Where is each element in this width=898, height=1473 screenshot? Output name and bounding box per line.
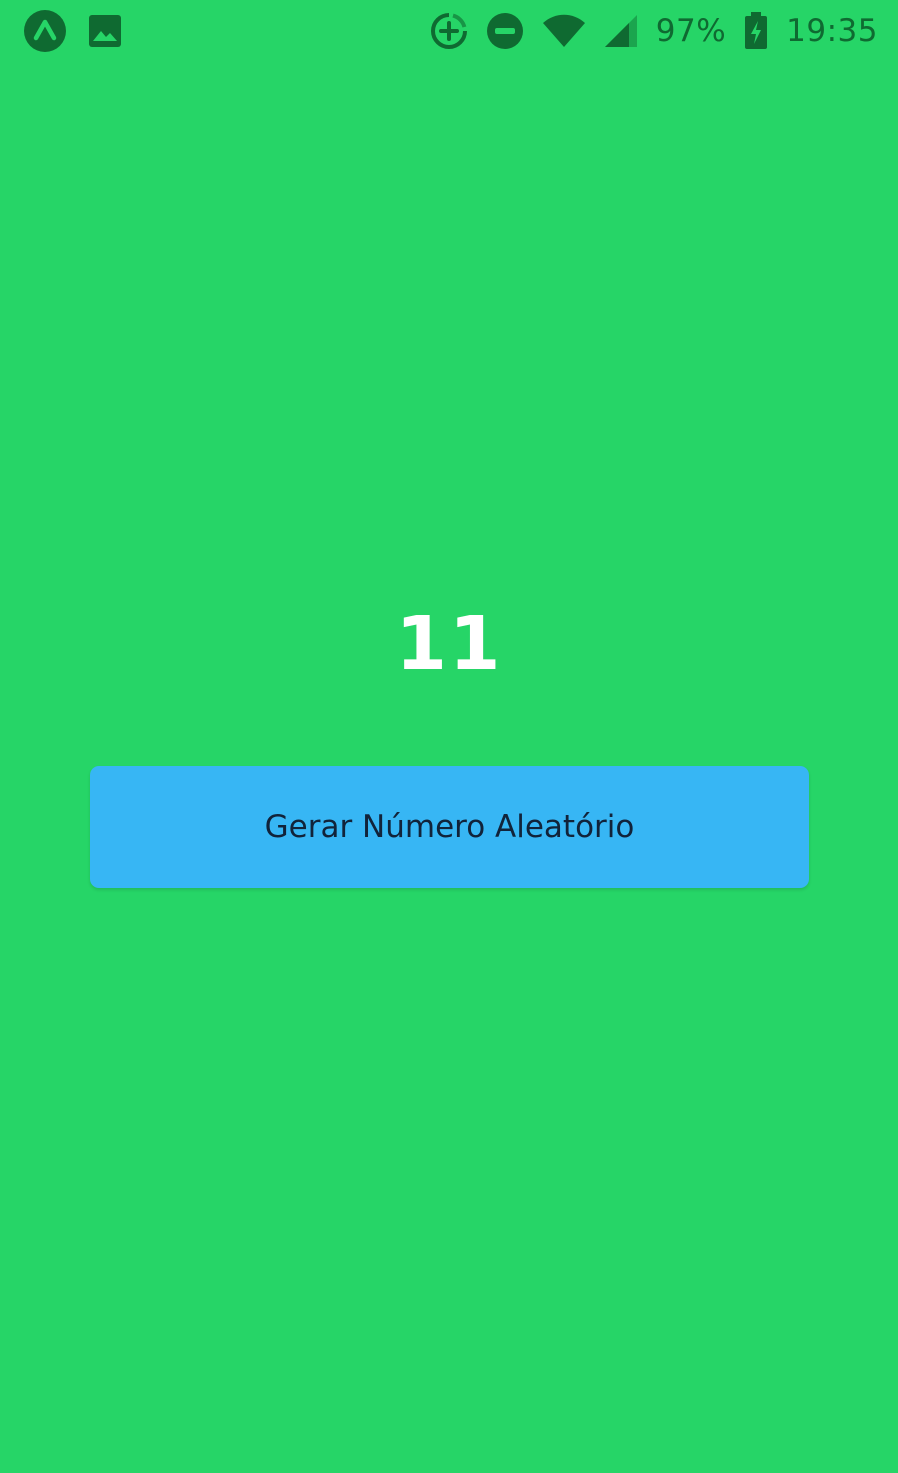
- wifi-icon: [542, 13, 586, 49]
- data-saver-icon: [430, 12, 468, 50]
- do-not-disturb-icon: [486, 12, 524, 50]
- status-bar-left: [23, 9, 123, 53]
- random-number-display: 11: [395, 601, 503, 687]
- generate-button-label: Gerar Número Aleatório: [264, 809, 635, 845]
- status-bar-right: 97% 19:35: [430, 9, 878, 53]
- battery-percentage: 97%: [655, 13, 727, 49]
- status-bar: 97% 19:35: [0, 0, 898, 62]
- generate-random-number-button[interactable]: Gerar Número Aleatório: [90, 766, 809, 888]
- cell-signal-icon: [604, 14, 638, 48]
- expo-app-icon: [23, 9, 67, 53]
- battery-charging-icon: [744, 12, 768, 50]
- clock-time: 19:35: [786, 13, 878, 49]
- image-icon: [87, 13, 123, 49]
